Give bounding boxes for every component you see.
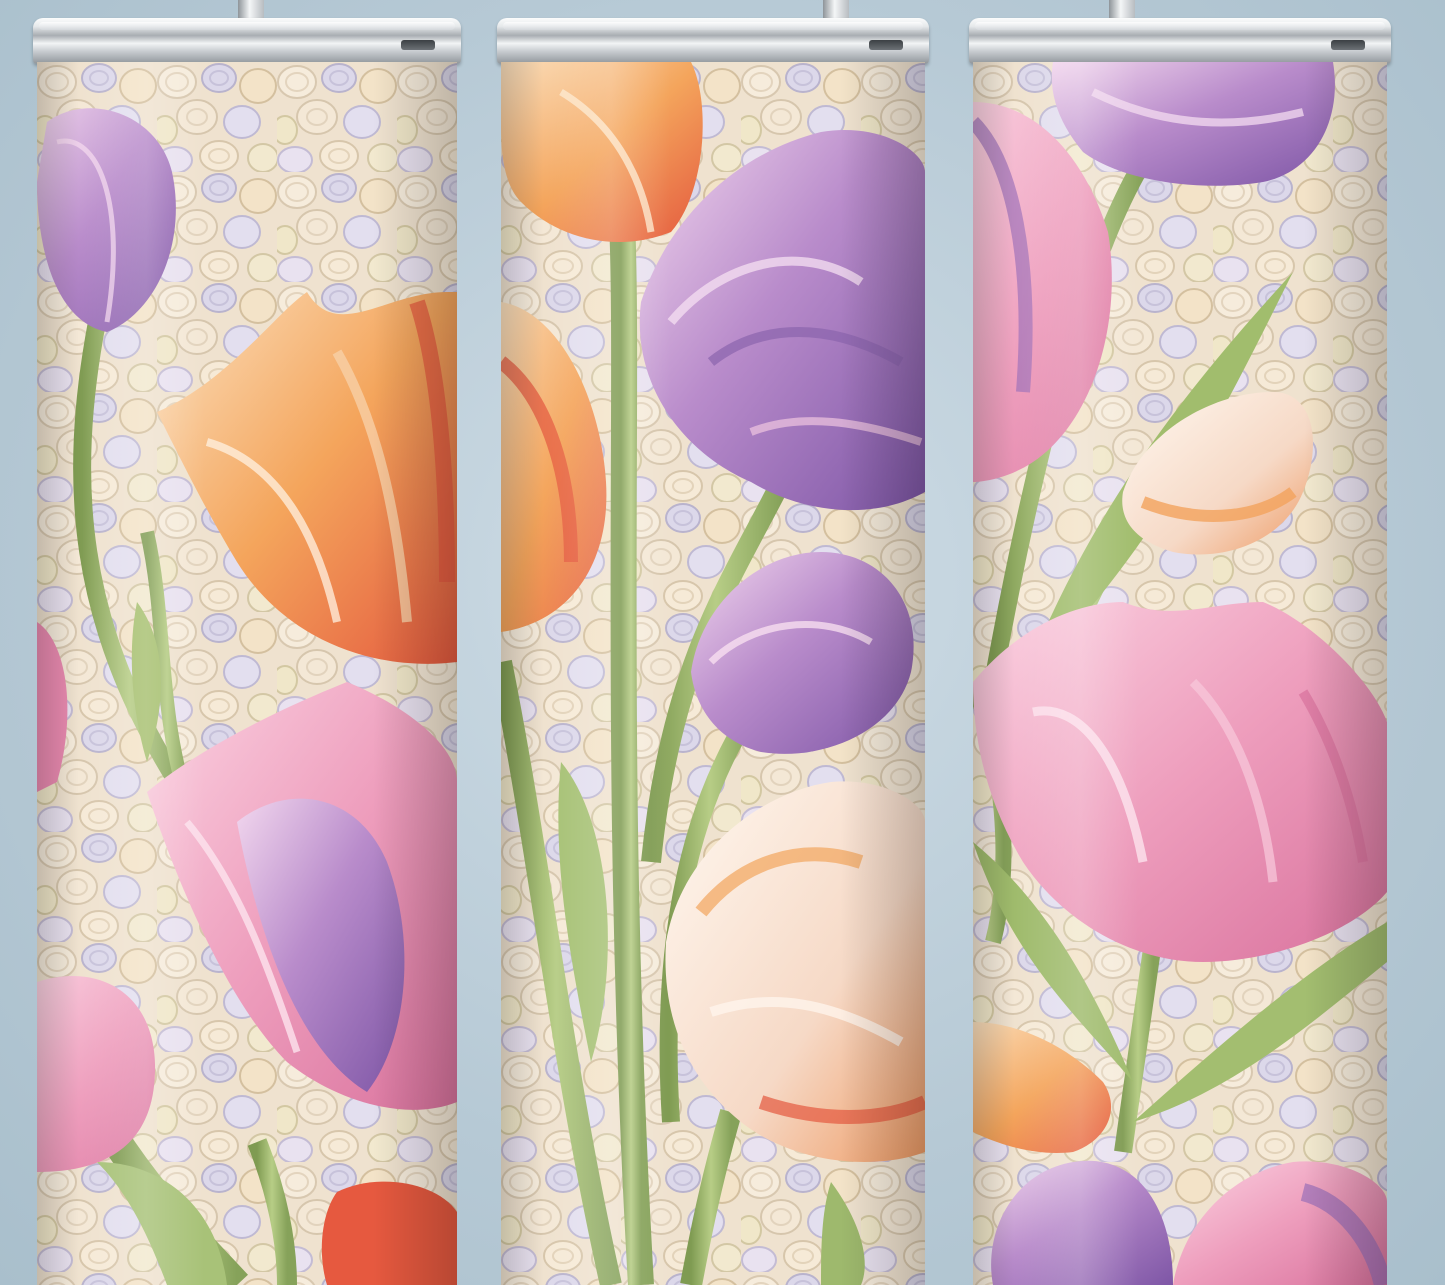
tumbler-right xyxy=(969,0,1391,1285)
tumbler-body xyxy=(501,62,925,1285)
tulip-artwork xyxy=(501,62,925,1285)
tumbler-lid xyxy=(33,18,461,64)
lid-sip-slot xyxy=(869,40,903,50)
lid-sip-slot xyxy=(401,40,435,50)
tumbler-body xyxy=(37,62,457,1285)
tulip-artwork xyxy=(973,62,1387,1285)
tumbler-lid xyxy=(497,18,929,64)
tumbler-lid xyxy=(969,18,1391,64)
tumbler-center xyxy=(497,0,929,1285)
tumbler-body xyxy=(973,62,1387,1285)
product-photo xyxy=(0,0,1445,1285)
tulip-artwork xyxy=(37,62,457,1285)
tumbler-left xyxy=(33,0,461,1285)
lid-sip-slot xyxy=(1331,40,1365,50)
